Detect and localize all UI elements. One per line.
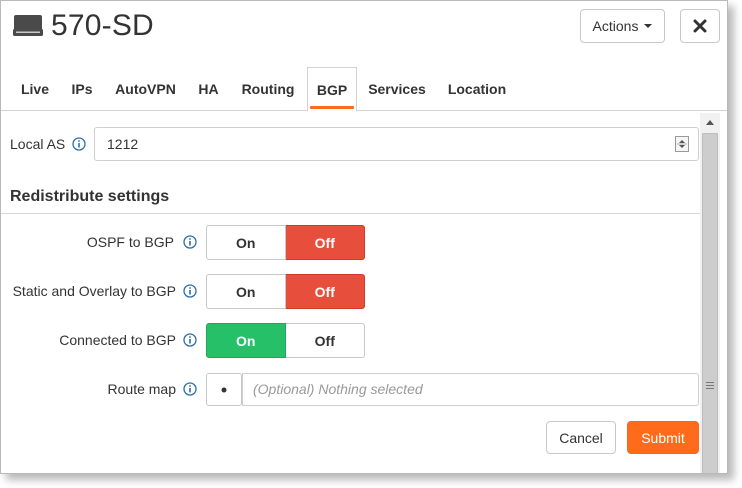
static-overlay-to-bgp-toggle: On Off <box>206 274 365 309</box>
tab-location[interactable]: Location <box>437 67 517 111</box>
tab-live[interactable]: Live <box>10 67 60 111</box>
info-icon[interactable] <box>183 333 197 347</box>
static-overlay-to-bgp-label: Static and Overlay to BGP <box>12 283 176 299</box>
number-spinner-icon[interactable] <box>675 136 689 152</box>
route-map-label: Route map <box>107 381 176 397</box>
scroll-thumb[interactable] <box>702 133 718 473</box>
ospf-on-option[interactable]: On <box>206 225 286 260</box>
route-map-select-button[interactable] <box>206 373 242 406</box>
tab-ha[interactable]: HA <box>188 67 229 111</box>
actions-dropdown-button[interactable]: Actions <box>580 9 665 43</box>
device-dialog: 570-SD Actions Live IPs AutoVPN HA Routi… <box>0 0 728 474</box>
page-title: 570-SD <box>51 9 154 42</box>
scroll-up-arrow-icon[interactable] <box>700 113 720 131</box>
scrollbar[interactable] <box>700 113 720 473</box>
connected-to-bgp-label: Connected to BGP <box>59 332 176 348</box>
static-on-option[interactable]: On <box>206 274 286 309</box>
ospf-to-bgp-toggle: On Off <box>206 225 365 260</box>
connected-to-bgp-toggle: On Off <box>206 323 365 358</box>
tab-routing[interactable]: Routing <box>230 67 306 111</box>
ospf-off-option[interactable]: Off <box>285 225 365 260</box>
tab-label: BGP <box>316 82 348 98</box>
caret-down-icon <box>644 24 653 28</box>
close-button[interactable] <box>680 9 720 43</box>
tab-label: Services <box>368 81 426 97</box>
submit-button[interactable]: Submit <box>627 421 699 454</box>
tab-label: AutoVPN <box>115 81 176 97</box>
info-icon[interactable] <box>183 382 197 396</box>
cancel-button[interactable]: Cancel <box>546 421 616 454</box>
bgp-form: Local AS 1212 Redistribute settings OSPF… <box>1 113 700 473</box>
bullet-icon <box>221 387 227 392</box>
tab-bar: Live IPs AutoVPN HA Routing BGP Services… <box>1 67 727 112</box>
static-off-option[interactable]: Off <box>285 274 365 309</box>
tab-label: Live <box>20 81 49 97</box>
tab-label: Location <box>447 81 507 97</box>
active-tab-indicator <box>310 106 354 109</box>
connected-off-option[interactable]: Off <box>285 323 365 358</box>
route-map-input[interactable]: (Optional) Nothing selected <box>242 373 699 406</box>
grip-icon <box>706 382 714 391</box>
section-title: Redistribute settings <box>10 188 170 205</box>
connected-on-option[interactable]: On <box>206 323 286 358</box>
local-as-input[interactable]: 1212 <box>94 127 699 161</box>
tab-autovpn[interactable]: AutoVPN <box>104 67 187 111</box>
info-icon[interactable] <box>183 235 197 249</box>
tab-label: Routing <box>241 81 295 97</box>
tab-label: IPs <box>71 81 93 97</box>
ospf-to-bgp-label: OSPF to BGP <box>86 234 174 250</box>
info-icon[interactable] <box>183 284 197 298</box>
actions-label: Actions <box>592 18 639 34</box>
tab-bgp[interactable]: BGP <box>307 67 357 112</box>
info-icon[interactable] <box>72 137 86 151</box>
tab-services[interactable]: Services <box>358 67 436 111</box>
tab-ips[interactable]: IPs <box>61 67 103 111</box>
tab-label: HA <box>198 81 219 97</box>
local-as-label: Local AS <box>10 136 66 152</box>
device-icon <box>13 15 43 36</box>
close-icon <box>693 19 707 33</box>
section-divider <box>1 213 700 214</box>
